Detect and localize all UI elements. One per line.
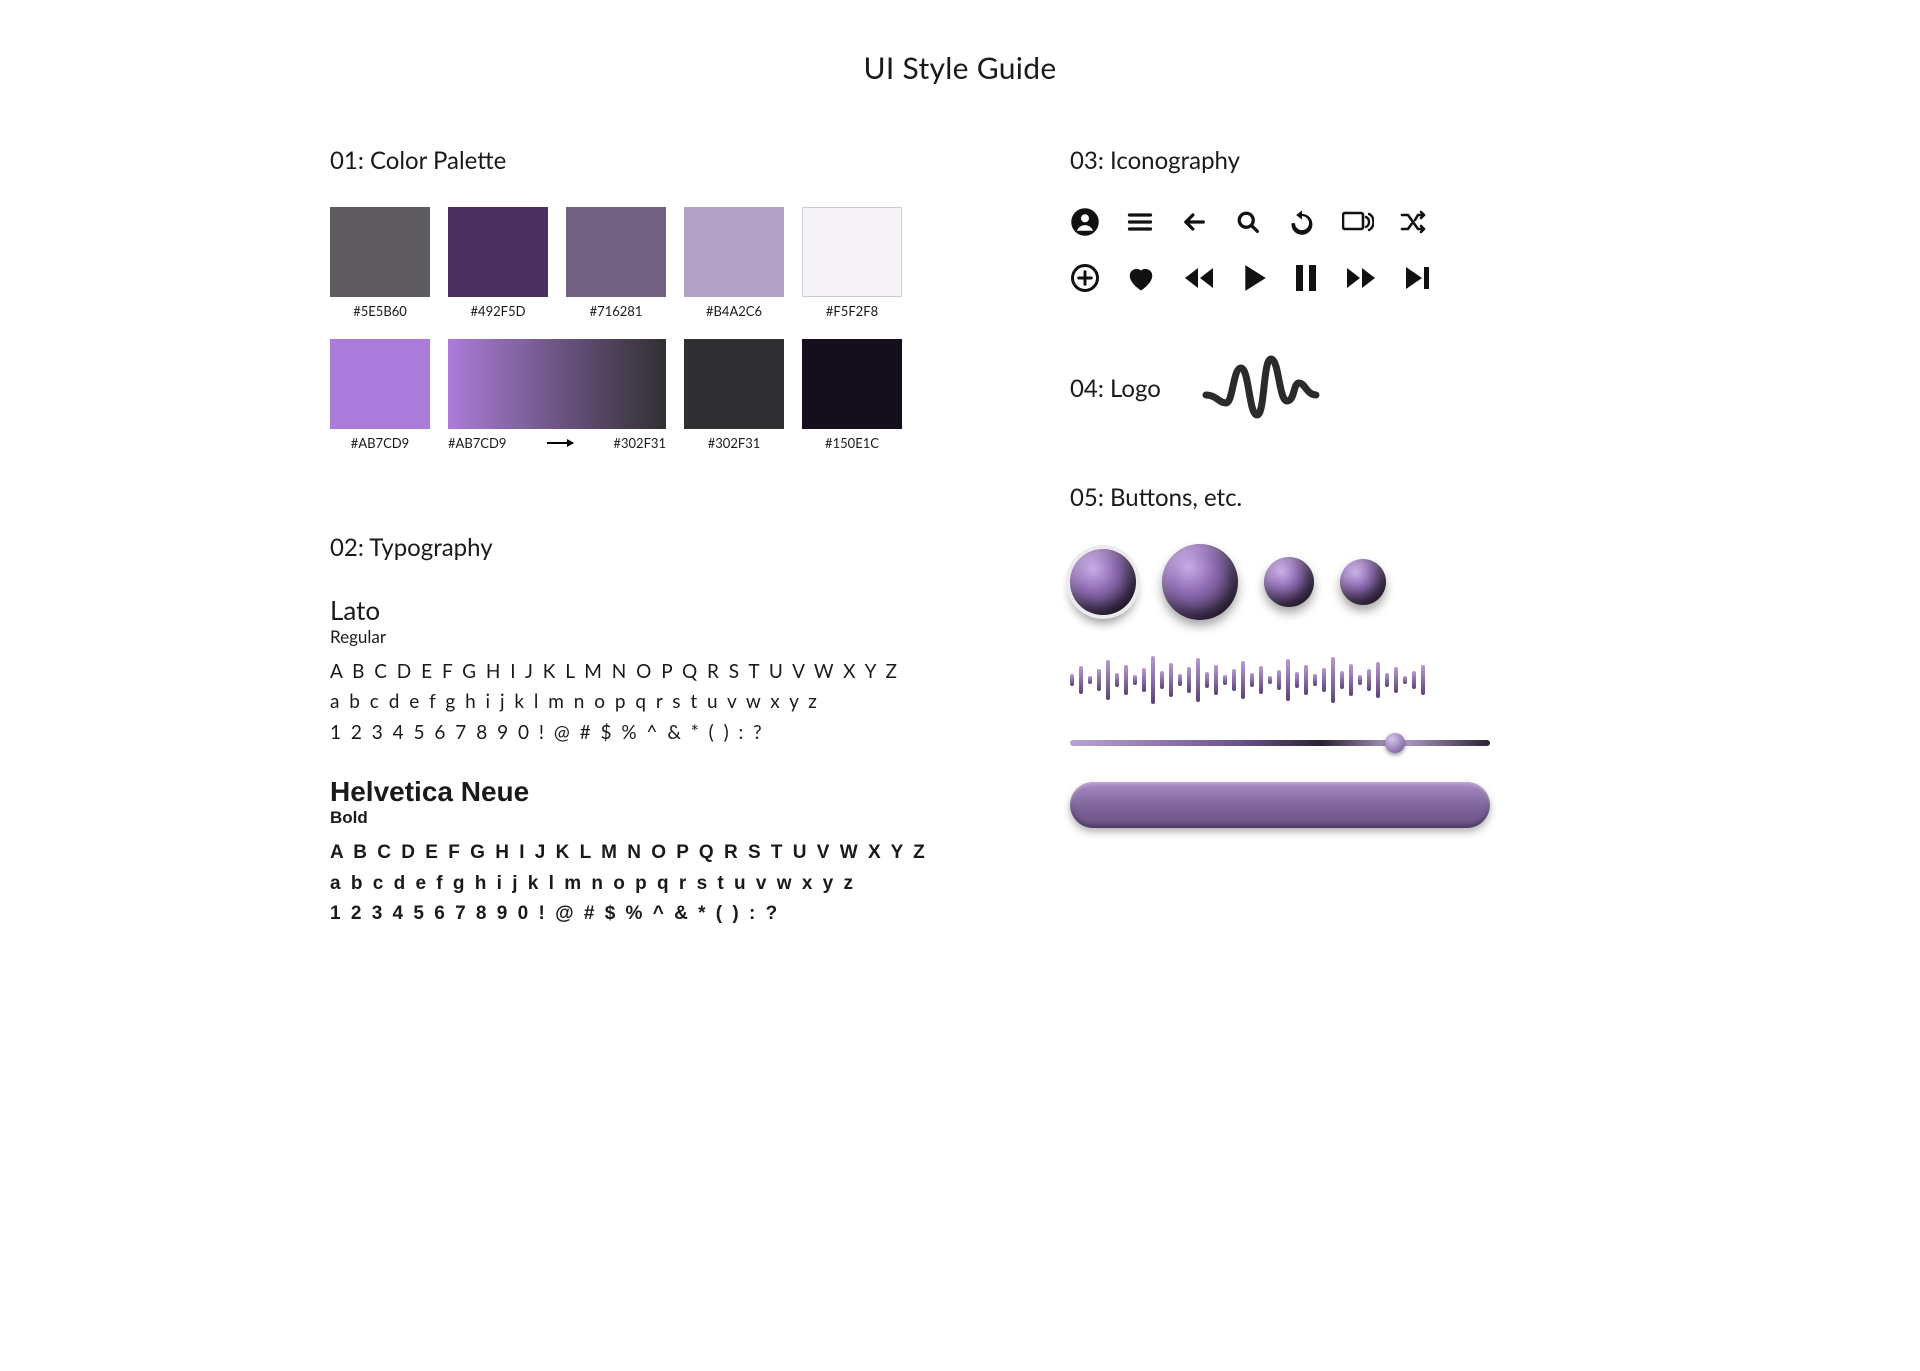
skip-next-icon (1404, 265, 1432, 291)
rewind-icon (1182, 265, 1216, 291)
section-logo: 04: Logo (1070, 353, 1490, 423)
section-title: 03: Iconography (1070, 146, 1490, 175)
swatch: #150E1C (802, 339, 902, 463)
forward-icon (1344, 265, 1378, 291)
section-buttons: 05: Buttons, etc. (1070, 483, 1490, 828)
arrow-right-icon (547, 442, 573, 444)
swatch: #B4A2C6 (684, 207, 784, 331)
waveform-logo-icon (1201, 353, 1321, 423)
slider-thumb[interactable] (1385, 733, 1405, 753)
section-title: 05: Buttons, etc. (1070, 483, 1490, 512)
section-title: 01: Color Palette (330, 146, 970, 175)
section-title: 02: Typography (330, 533, 970, 562)
section-iconography: 03: Iconography (1070, 146, 1490, 293)
swatch: #492F5D (448, 207, 548, 331)
swatch: #F5F2F8 (802, 207, 902, 331)
gradient-swatch: #AB7CD9 #302F31 (448, 339, 666, 463)
account-icon (1070, 207, 1100, 237)
cast-icon (1342, 210, 1374, 234)
swatch: #5E5B60 (330, 207, 430, 331)
progress-slider[interactable] (1070, 740, 1490, 746)
back-icon (1180, 208, 1208, 236)
swatch: #AB7CD9 (330, 339, 430, 463)
search-icon (1234, 208, 1262, 236)
section-typography: 02: Typography Lato Regular A B C D E F … (330, 533, 970, 929)
orb-button[interactable] (1070, 549, 1136, 615)
orb-button[interactable] (1162, 544, 1238, 620)
add-circle-icon (1070, 263, 1100, 293)
shuffle-icon (1400, 209, 1430, 235)
waveform-visual (1070, 650, 1490, 710)
replay-icon (1288, 208, 1316, 236)
orb-button[interactable] (1340, 559, 1386, 605)
page-title: UI Style Guide (320, 50, 1600, 86)
menu-icon (1126, 208, 1154, 236)
orb-button[interactable] (1264, 557, 1314, 607)
typeface-lato: Lato Regular A B C D E F G H I J K L M N… (330, 594, 970, 748)
play-icon (1242, 264, 1268, 292)
swatch: #302F31 (684, 339, 784, 463)
pause-icon (1294, 264, 1318, 292)
section-color-palette: 01: Color Palette #5E5B60 #492F5D #71628… (330, 146, 970, 463)
pill-button[interactable] (1070, 782, 1490, 828)
section-title: 04: Logo (1070, 374, 1161, 403)
heart-icon (1126, 264, 1156, 292)
typeface-helvetica: Helvetica Neue Bold A B C D E F G H I J … (330, 776, 970, 929)
swatch: #716281 (566, 207, 666, 331)
